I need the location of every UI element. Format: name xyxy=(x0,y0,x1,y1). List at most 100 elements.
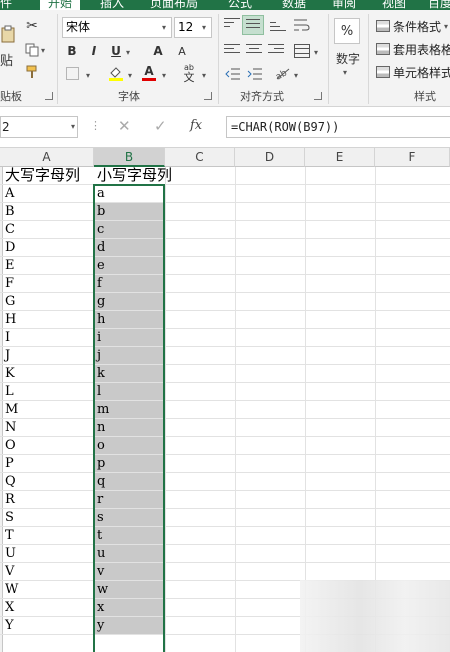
underline-button[interactable]: U xyxy=(108,42,124,60)
enter-icon[interactable]: ✓ xyxy=(154,117,167,135)
align-left-icon[interactable] xyxy=(224,44,240,58)
align-bottom-icon[interactable] xyxy=(270,22,286,36)
cell-a[interactable]: K xyxy=(5,365,92,382)
tab-view[interactable]: 视图 xyxy=(382,0,406,10)
clipboard-launcher-icon[interactable] xyxy=(45,92,53,100)
tab-review[interactable]: 审阅 xyxy=(332,0,356,10)
cell-b[interactable]: x xyxy=(94,599,164,616)
cell-b[interactable]: a xyxy=(94,185,164,202)
copy-icon[interactable]: ▾ xyxy=(24,42,46,58)
align-center-icon[interactable] xyxy=(246,44,262,58)
cell-a[interactable]: C xyxy=(5,221,92,238)
cell-a[interactable]: L xyxy=(5,383,92,400)
chevron-down-icon[interactable]: ▾ xyxy=(294,71,298,80)
font-name-select[interactable]: 宋体 ▾ xyxy=(62,17,172,38)
cell-b[interactable]: k xyxy=(94,365,164,382)
column-header-b[interactable]: B xyxy=(94,148,165,167)
cell-b[interactable]: w xyxy=(94,581,164,598)
borders-icon[interactable] xyxy=(64,65,80,81)
cell-b[interactable]: o xyxy=(94,437,164,454)
increase-indent-icon[interactable] xyxy=(246,66,264,82)
cell-a[interactable]: D xyxy=(5,239,92,256)
column-header-f[interactable]: F xyxy=(375,148,450,167)
name-box[interactable]: 2 ▾ xyxy=(0,116,78,138)
bold-button[interactable]: B xyxy=(64,42,80,60)
cell-a[interactable]: J xyxy=(5,347,92,364)
font-color-button[interactable]: A xyxy=(140,64,158,82)
cell-a[interactable]: G xyxy=(5,293,92,310)
cell-a[interactable]: W xyxy=(5,581,92,598)
cell-a[interactable]: E xyxy=(5,257,92,274)
cell-a[interactable]: N xyxy=(5,419,92,436)
cell-a[interactable]: U xyxy=(5,545,92,562)
cancel-icon[interactable]: ✕ xyxy=(118,117,131,135)
chevron-down-icon[interactable]: ▾ xyxy=(343,68,347,77)
cell-b[interactable]: l xyxy=(94,383,164,400)
column-header-e[interactable]: E xyxy=(305,148,375,167)
number-format-label[interactable]: 数字 xyxy=(336,50,360,67)
tab-page-layout[interactable]: 页面布局 xyxy=(150,0,198,10)
cell-b[interactable]: f xyxy=(94,275,164,292)
cell-a[interactable]: P xyxy=(5,455,92,472)
cell-b[interactable]: y xyxy=(94,617,164,634)
merge-center-icon[interactable] xyxy=(290,42,314,60)
cell-b[interactable]: t xyxy=(94,527,164,544)
number-format-button[interactable]: % xyxy=(334,18,360,44)
cell-a[interactable]: X xyxy=(5,599,92,616)
cell-b[interactable]: h xyxy=(94,311,164,328)
cell-b[interactable]: p xyxy=(94,455,164,472)
cell-b[interactable]: g xyxy=(94,293,164,310)
cell-b[interactable]: m xyxy=(94,401,164,418)
tab-baidu[interactable]: 百度 xyxy=(428,0,450,10)
chevron-down-icon[interactable]: ▾ xyxy=(71,117,75,137)
cell-styles-button[interactable]: 单元格样式 xyxy=(376,63,450,81)
cell-a[interactable]: B xyxy=(5,203,92,220)
font-launcher-icon[interactable] xyxy=(204,92,212,100)
cell-a[interactable]: I xyxy=(5,329,92,346)
conditional-formatting-button[interactable]: 条件格式 ▾ xyxy=(376,17,448,35)
tab-home[interactable]: 开始 xyxy=(40,0,81,10)
cell-a[interactable]: R xyxy=(5,491,92,508)
cell-a1[interactable]: 大写字母列 xyxy=(5,167,92,184)
tab-insert[interactable]: 插入 xyxy=(100,0,124,10)
format-painter-icon[interactable] xyxy=(24,64,40,80)
chevron-down-icon[interactable]: ▾ xyxy=(86,71,90,80)
cell-b[interactable]: c xyxy=(94,221,164,238)
fill-color-icon[interactable] xyxy=(106,64,126,82)
cell-b[interactable]: b xyxy=(94,203,164,220)
orientation-icon[interactable]: ab xyxy=(272,64,292,82)
chevron-down-icon[interactable]: ▾ xyxy=(314,48,318,57)
tab-formulas[interactable]: 公式 xyxy=(228,0,252,10)
column-header-d[interactable]: D xyxy=(235,148,305,167)
paste-label[interactable]: 贴 xyxy=(0,50,13,69)
cell-a[interactable]: S xyxy=(5,509,92,526)
italic-button[interactable]: I xyxy=(86,42,102,60)
decrease-indent-icon[interactable] xyxy=(224,66,242,82)
cell-b[interactable]: e xyxy=(94,257,164,274)
cell-b[interactable]: v xyxy=(94,563,164,580)
cell-a[interactable]: M xyxy=(5,401,92,418)
align-right-icon[interactable] xyxy=(268,44,284,58)
align-middle-button[interactable] xyxy=(242,15,264,35)
wrap-text-icon[interactable] xyxy=(290,16,314,34)
phonetic-guide-button[interactable]: ab 文 xyxy=(180,63,198,83)
formula-input[interactable]: =CHAR(ROW(B97)) xyxy=(226,116,450,138)
cell-b[interactable]: q xyxy=(94,473,164,490)
cell-b[interactable]: u xyxy=(94,545,164,562)
tab-data[interactable]: 数据 xyxy=(282,0,306,10)
grow-font-button[interactable]: A xyxy=(150,42,166,60)
cell-a[interactable]: F xyxy=(5,275,92,292)
cut-icon[interactable]: ✂ xyxy=(24,18,40,34)
format-as-table-button[interactable]: 套用表格格 xyxy=(376,40,450,58)
chevron-down-icon[interactable]: ▾ xyxy=(162,71,166,80)
cell-a[interactable]: Y xyxy=(5,617,92,634)
cell-a[interactable]: A xyxy=(5,185,92,202)
align-top-icon[interactable] xyxy=(224,18,240,32)
chevron-down-icon[interactable]: ▾ xyxy=(126,48,130,57)
insert-function-icon[interactable]: fx xyxy=(190,118,202,133)
cell-b[interactable]: i xyxy=(94,329,164,346)
alignment-launcher-icon[interactable] xyxy=(314,92,322,100)
cell-b[interactable]: s xyxy=(94,509,164,526)
cell-b[interactable]: r xyxy=(94,491,164,508)
cell-a[interactable]: V xyxy=(5,563,92,580)
